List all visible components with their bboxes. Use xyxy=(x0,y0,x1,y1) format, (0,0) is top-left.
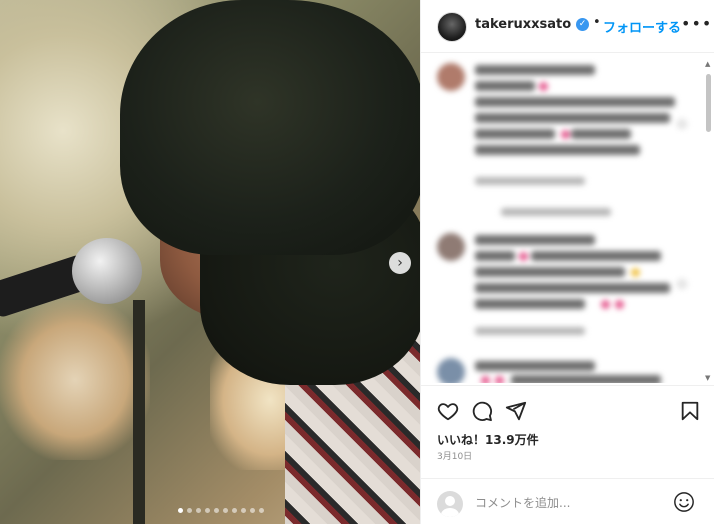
comments-list xyxy=(421,53,714,383)
carousel-dot xyxy=(187,508,192,513)
chevron-right-icon: › xyxy=(397,255,403,271)
commenter-avatar xyxy=(437,63,465,91)
emoji-icon xyxy=(615,300,624,309)
blurred-text xyxy=(475,235,595,245)
avatar-head xyxy=(445,496,455,506)
microphone-head xyxy=(72,238,142,304)
blurred-text xyxy=(475,129,555,139)
more-options-button[interactable]: ••• xyxy=(681,14,712,33)
comment-input[interactable] xyxy=(475,495,655,511)
comment-like-icon xyxy=(677,119,687,129)
blurred-text xyxy=(511,375,661,383)
next-photo-button[interactable]: › xyxy=(389,252,411,274)
comments-scrollbar[interactable]: ▲ ▼ xyxy=(705,60,712,382)
post-side-panel: takeruxxsato ✓ • フォローする ••• ▲ ▼ いいね！13.9… xyxy=(420,0,714,524)
carousel-dot xyxy=(259,508,264,513)
emoji-icon xyxy=(601,300,610,309)
mic-stand xyxy=(133,300,145,524)
comment-like-icon xyxy=(677,279,687,289)
heart-icon[interactable] xyxy=(437,400,459,422)
username-link[interactable]: takeruxxsato xyxy=(475,17,571,32)
verified-badge-icon: ✓ xyxy=(576,18,589,31)
background-bokeh xyxy=(0,300,150,460)
commenter-avatar xyxy=(437,233,465,261)
post-header: takeruxxsato ✓ • フォローする ••• xyxy=(421,0,714,53)
blurred-text xyxy=(475,145,640,155)
blurred-text xyxy=(571,129,631,139)
send-icon[interactable] xyxy=(505,400,527,422)
avatar-shoulder xyxy=(441,508,459,517)
blurred-text xyxy=(475,81,535,91)
black-bucket-hat xyxy=(120,0,420,255)
carousel-dots xyxy=(178,508,264,513)
bookmark-icon[interactable] xyxy=(679,400,701,422)
commenter-avatar xyxy=(437,358,465,383)
smiley-icon[interactable] xyxy=(673,491,695,513)
emoji-icon xyxy=(495,376,504,383)
scroll-down-icon[interactable]: ▼ xyxy=(705,374,710,382)
instagram-post: › takeruxxsato ✓ • フォローする ••• ▲ ▼ いいね！13… xyxy=(0,0,714,524)
profile-avatar[interactable] xyxy=(437,12,467,42)
emoji-icon xyxy=(539,82,548,91)
carousel-dot xyxy=(214,508,219,513)
emoji-icon xyxy=(519,252,528,261)
blurred-text xyxy=(475,113,670,123)
carousel-dot xyxy=(250,508,255,513)
carousel-dot xyxy=(232,508,237,513)
emoji-icon xyxy=(481,376,490,383)
scroll-up-icon[interactable]: ▲ xyxy=(705,60,710,68)
blurred-text xyxy=(475,361,595,371)
scroll-thumb[interactable] xyxy=(706,74,711,132)
blurred-replies xyxy=(501,208,611,216)
carousel-dot xyxy=(196,508,201,513)
carousel-dot xyxy=(241,508,246,513)
header-separator: • xyxy=(593,15,601,30)
add-comment-bar xyxy=(421,478,714,527)
blurred-meta xyxy=(475,327,585,335)
blurred-text xyxy=(475,267,625,277)
post-actions: いいね！13.9万件 3月10日 xyxy=(421,385,714,526)
blurred-text xyxy=(531,251,661,261)
carousel-dot xyxy=(205,508,210,513)
emoji-icon xyxy=(631,268,640,277)
user-avatar xyxy=(437,491,463,517)
follow-button[interactable]: フォローする xyxy=(603,17,681,36)
emoji-icon xyxy=(561,130,570,139)
carousel-dot xyxy=(178,508,183,513)
blurred-text xyxy=(475,283,670,293)
blurred-text xyxy=(475,251,515,261)
blurred-meta xyxy=(475,177,585,185)
post-date[interactable]: 3月10日 xyxy=(437,449,472,462)
carousel-dot xyxy=(223,508,228,513)
blurred-text xyxy=(475,97,675,107)
blurred-text xyxy=(475,299,585,309)
post-photo[interactable]: › xyxy=(0,0,420,524)
likes-count[interactable]: いいね！13.9万件 xyxy=(437,431,539,448)
comment-icon[interactable] xyxy=(471,400,493,422)
blurred-text xyxy=(475,65,595,75)
